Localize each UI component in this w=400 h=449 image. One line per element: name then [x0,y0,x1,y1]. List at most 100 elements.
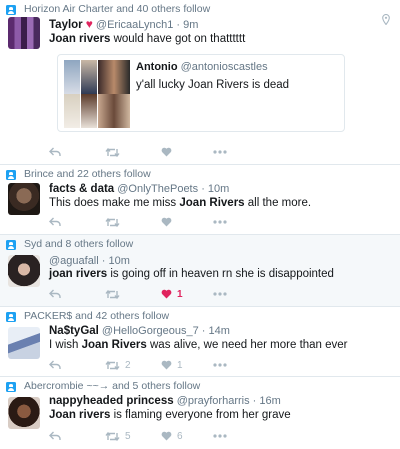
like-count: 6 [177,430,183,442]
heart-emoji-icon: ♥ [85,17,93,31]
follow-context: Horizon Air Charter and 40 others follow [24,3,211,15]
handle[interactable]: @HelloGorgeous_7 [102,325,199,337]
more-button[interactable] [213,429,227,443]
tweet-2[interactable]: Brince and 22 others follow facts & data… [0,165,400,235]
heart-icon [161,217,172,227]
tweet-text-pre: This does make me miss [49,197,180,209]
heart-icon [161,147,172,157]
tweet-text: I wish Joan Rivers was alive, we need he… [49,339,348,351]
keyword-highlight: Joan Rivers [179,197,245,209]
tweet-header: @aguafall · 10m [49,255,130,267]
like-button[interactable]: 1 [161,287,183,301]
follow-context-icon [6,382,16,392]
like-count: 1 [177,359,183,371]
handle[interactable]: @EricaaLynch1 [96,19,173,31]
tweet-text: Joan rivers would have got on thatttttt [49,33,245,45]
follow-context-icon [6,240,16,250]
timestamp[interactable]: · 14m [202,325,230,337]
follow-context: Abercrombie ~~→ and 5 others follow [24,380,201,392]
display-name[interactable]: Taylor [49,19,83,31]
more-dots-icon [213,150,227,154]
keyword-highlight: joan rivers [49,268,108,280]
quoted-header: Antonio @antonioscastles [136,61,268,73]
tweet-text: Joan rivers is flaming everyone from her… [49,409,291,421]
tweet-actions: 1 [49,287,289,301]
like-button[interactable]: 6 [161,429,183,443]
avatar[interactable] [8,17,40,49]
tweet-4[interactable]: PACKER$ and 42 others follow Na$tyGal @H… [0,307,400,377]
tweet-3[interactable]: Syd and 8 others follow @aguafall · 10m … [0,235,400,307]
reply-icon [49,360,61,369]
reply-button[interactable] [49,358,61,372]
reply-icon [49,147,61,156]
media-thumb [64,60,80,94]
timestamp[interactable]: · 10m [102,255,130,267]
quoted-handle: @antonioscastles [180,61,268,73]
retweet-icon [105,217,120,227]
timestamp[interactable]: · 9m [176,19,198,31]
retweet-button[interactable]: 2 [105,358,131,372]
handle[interactable]: @prayforharris [177,395,250,407]
more-button[interactable] [213,215,227,229]
like-button[interactable] [161,145,177,159]
tweet-text-rest: is flaming everyone from her grave [110,409,291,421]
reply-icon [49,289,61,298]
timestamp[interactable]: · 10m [201,183,229,195]
avatar[interactable] [8,327,40,359]
quoted-media[interactable] [64,60,130,128]
follow-context: Syd and 8 others follow [24,238,134,250]
media-thumb [81,60,97,94]
reply-button[interactable] [49,215,61,229]
reply-button[interactable] [49,145,61,159]
avatar[interactable] [8,397,40,429]
tweet-text-rest: is going off in heaven rn she is disappo… [107,268,334,280]
reply-button[interactable] [49,429,61,443]
tweet-header: Taylor ♥ @EricaaLynch1 · 9m [49,17,198,31]
retweet-count: 2 [125,359,131,371]
more-button[interactable] [213,145,227,159]
timestamp[interactable]: · 16m [253,395,281,407]
more-dots-icon [213,220,227,224]
avatar[interactable] [8,255,40,287]
quoted-text: y'all lucky Joan Rivers is dead [136,79,290,91]
more-button[interactable] [213,358,227,372]
display-name[interactable]: Na$tyGal [49,325,99,337]
retweet-button[interactable]: 5 [105,429,131,443]
avatar[interactable] [8,183,40,215]
tweet-text: This does make me miss Joan Rivers all t… [49,197,311,209]
follow-context-icon [6,170,16,180]
more-button[interactable] [213,287,227,301]
location-pin-icon[interactable] [382,13,390,28]
tweet-1[interactable]: Horizon Air Charter and 40 others follow… [0,0,400,165]
retweet-icon [105,147,120,157]
like-button[interactable]: 1 [161,358,183,372]
reply-icon [49,217,61,226]
like-button[interactable] [161,215,177,229]
heart-icon [161,360,172,370]
tweet-5[interactable]: Abercrombie ~~→ and 5 others follow napp… [0,377,400,449]
reply-button[interactable] [49,287,61,301]
display-name[interactable]: facts & data [49,183,114,195]
tweet-text: joan rivers is going off in heaven rn sh… [49,268,334,280]
tweet-actions [49,215,289,229]
tweet-header: Na$tyGal @HelloGorgeous_7 · 14m [49,325,230,337]
retweet-button[interactable] [105,215,125,229]
retweet-button[interactable] [105,145,125,159]
heart-icon [161,289,172,299]
tweet-actions [49,145,289,159]
handle[interactable]: @aguafall [49,255,99,267]
retweet-icon [105,360,120,370]
retweet-button[interactable] [105,287,125,301]
quoted-name: Antonio [136,61,178,73]
keyword-highlight: Joan Rivers [81,339,147,351]
handle[interactable]: @OnlyThePoets [117,183,198,195]
tweet-actions: 2 1 [49,358,289,372]
quoted-tweet[interactable]: Antonio @antonioscastles y'all lucky Joa… [57,54,345,132]
tweet-header: facts & data @OnlyThePoets · 10m [49,183,229,195]
follow-context-icon [6,312,16,322]
follow-context: PACKER$ and 42 others follow [24,310,170,322]
follow-context: Brince and 22 others follow [24,168,151,180]
like-count: 1 [177,288,183,300]
display-name[interactable]: nappyheaded princess [49,395,174,407]
more-dots-icon [213,363,227,367]
